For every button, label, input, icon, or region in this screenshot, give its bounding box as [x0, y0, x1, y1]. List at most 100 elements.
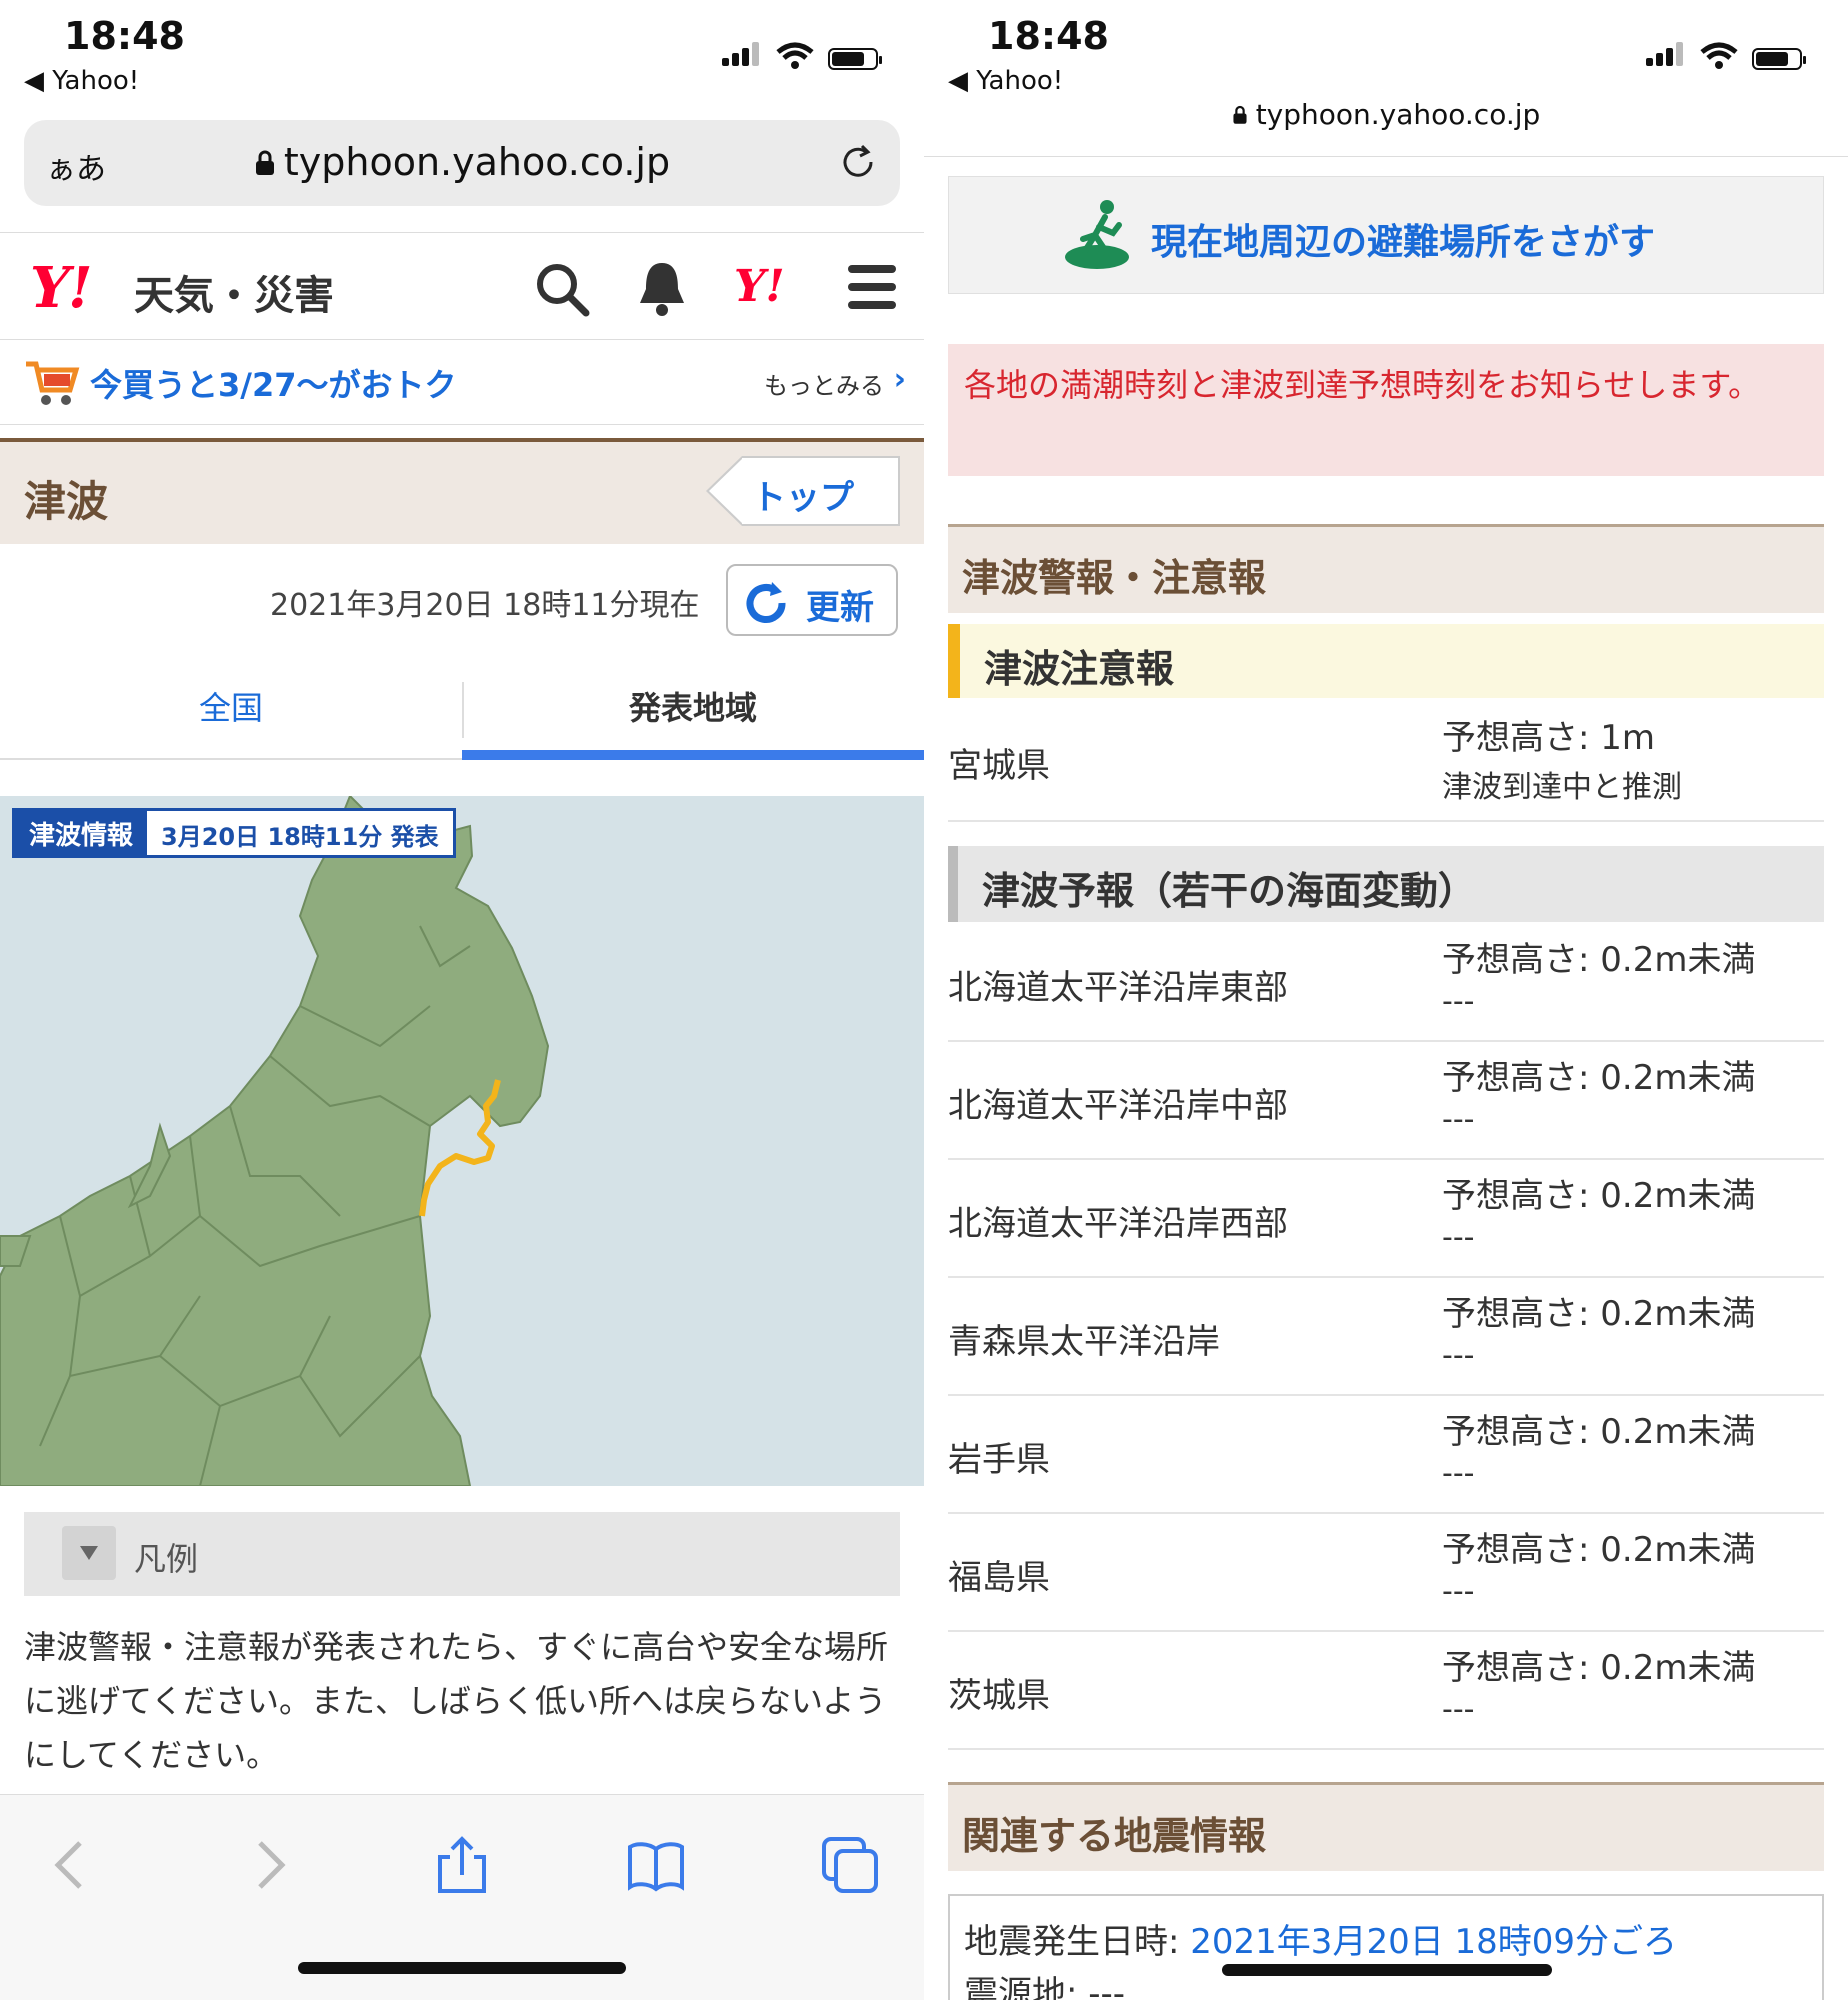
- site-header: Y! 天気・災害 Y!: [0, 232, 924, 340]
- url-text: typhoon.yahoo.co.jp: [283, 140, 671, 184]
- bookmarks-icon[interactable]: [626, 1835, 686, 1895]
- forecast-row: 岩手県 予想高さ: 0.2m未満 ---: [948, 1396, 1824, 1514]
- cart-icon: [26, 361, 80, 405]
- share-icon[interactable]: [432, 1835, 492, 1895]
- url-display[interactable]: typhoon.yahoo.co.jp: [24, 140, 900, 184]
- battery-icon: [1752, 48, 1806, 70]
- divider: [924, 156, 1848, 157]
- top-button-label: トップ: [752, 478, 854, 518]
- warnings-header-title: 津波警報・注意報: [962, 556, 1267, 600]
- signal-icon: [722, 42, 762, 70]
- legend-label: 凡例: [134, 1540, 199, 1578]
- region-name: 茨城県: [948, 1676, 1050, 1716]
- japan-map: [0, 796, 550, 1486]
- tabs-icon[interactable]: [820, 1835, 880, 1895]
- quake-header-title: 関連する地震情報: [962, 1814, 1267, 1858]
- notice-text: 各地の満潮時刻と津波到達予想時刻をお知らせします。: [964, 366, 1761, 404]
- status-time: 18:48: [988, 14, 1109, 58]
- status-icons: [1646, 42, 1806, 70]
- expected-height: 予想高さ: 0.2m未満: [1442, 940, 1756, 980]
- chevron-right-icon: ›: [893, 362, 906, 397]
- map-badge-label: 津波情報: [15, 811, 148, 855]
- expected-height: 予想高さ: 0.2m未満: [1442, 1530, 1756, 1570]
- quake-info-box: 地震発生日時: 2021年3月20日 18時09分ごろ 震源地: ---: [948, 1894, 1824, 2000]
- arrival-status: ---: [1442, 1338, 1475, 1373]
- epicenter: 震源地: ---: [964, 1974, 1126, 2000]
- expected-height: 予想高さ: 0.2m未満: [1442, 1412, 1756, 1452]
- quake-time-line: 地震発生日時: 2021年3月20日 18時09分ごろ: [964, 1914, 1677, 1963]
- forecast-header-title: 津波予報（若干の海面変動）: [982, 869, 1477, 913]
- section-header: 津波 トップ: [0, 438, 924, 544]
- url-text: typhoon.yahoo.co.jp: [1255, 98, 1541, 131]
- promo-text[interactable]: 今買うと3/27〜がおトク: [90, 360, 457, 406]
- quake-time-link[interactable]: 2021年3月20日 18時09分ごろ: [1190, 1922, 1677, 1962]
- wifi-icon: [1700, 42, 1738, 69]
- legend-toggle[interactable]: 凡例: [24, 1512, 900, 1596]
- evacuation-icon: [1065, 200, 1129, 269]
- quake-header: 関連する地震情報: [948, 1782, 1824, 1871]
- notice-box: 各地の満潮時刻と津波到達予想時刻をお知らせします。: [948, 344, 1824, 476]
- forecast-row: 青森県太平洋沿岸 予想高さ: 0.2m未満 ---: [948, 1278, 1824, 1396]
- tab-announced-regions[interactable]: 発表地域: [462, 670, 924, 758]
- region-name: 岩手県: [948, 1440, 1050, 1480]
- left-screen: 18:48 ◀ Yahoo! ぁあ typhoon.yahoo.co.jp Y!…: [0, 0, 924, 2000]
- lock-icon: [1233, 105, 1247, 124]
- expected-height: 予想高さ: 0.2m未満: [1442, 1058, 1756, 1098]
- yahoo-logo[interactable]: Y!: [30, 255, 93, 321]
- menu-icon[interactable]: [846, 263, 898, 311]
- arrival-status: ---: [1442, 1692, 1475, 1727]
- site-title[interactable]: 天気・災害: [134, 263, 334, 321]
- promo-bar[interactable]: 今買うと3/27〜がおトク もっとみる ›: [0, 340, 924, 425]
- expected-height: 予想高さ: 0.2m未満: [1442, 1176, 1756, 1216]
- refresh-button[interactable]: 更新: [726, 564, 898, 636]
- region-name: 北海道太平洋沿岸中部: [948, 1086, 1288, 1126]
- tab-nationwide[interactable]: 全国: [0, 670, 462, 758]
- compact-url[interactable]: typhoon.yahoo.co.jp: [924, 98, 1848, 131]
- region-name: 青森県太平洋沿岸: [948, 1322, 1220, 1362]
- refresh-icon: [746, 582, 786, 623]
- yahoo-home-icon[interactable]: Y!: [734, 261, 785, 312]
- arrival-status: ---: [1442, 1102, 1475, 1137]
- arrival-status: ---: [1442, 984, 1475, 1019]
- right-screen: 18:48 ◀ Yahoo! typhoon.yahoo.co.jp 現在地周辺…: [924, 0, 1848, 2000]
- forward-icon[interactable]: [238, 1835, 298, 1895]
- active-tab-indicator: [462, 750, 924, 760]
- advisory-row: 宮城県 予想高さ: 1m 津波到達中と推測: [948, 702, 1824, 822]
- signal-icon: [1646, 42, 1686, 70]
- region-name: 北海道太平洋沿岸西部: [948, 1204, 1288, 1244]
- region-name: 福島県: [948, 1558, 1050, 1598]
- expected-height: 予想高さ: 0.2m未満: [1442, 1294, 1756, 1334]
- lock-icon: [255, 150, 274, 175]
- forecast-row: 北海道太平洋沿岸中部 予想高さ: 0.2m未満 ---: [948, 1042, 1824, 1160]
- warnings-header: 津波警報・注意報: [948, 524, 1824, 613]
- back-to-app-link[interactable]: ◀ Yahoo!: [24, 66, 139, 96]
- evacuation-search-button[interactable]: 現在地周辺の避難場所をさがす: [948, 176, 1824, 294]
- forecast-row: 北海道太平洋沿岸西部 予想高さ: 0.2m未満 ---: [948, 1160, 1824, 1278]
- status-icons: [722, 42, 882, 70]
- status-time: 18:48: [64, 14, 185, 58]
- more-link[interactable]: もっとみる: [764, 366, 884, 401]
- arrival-status: 津波到達中と推測: [1442, 770, 1682, 805]
- forecast-header: 津波予報（若干の海面変動）: [948, 846, 1824, 922]
- bell-icon[interactable]: [636, 259, 688, 317]
- home-indicator: [1222, 1964, 1552, 1976]
- search-icon[interactable]: [534, 261, 590, 317]
- triangle-down-icon: [62, 1526, 116, 1580]
- arrival-status: ---: [1442, 1220, 1475, 1255]
- tsunami-map[interactable]: 津波情報 3月20日 18時11分 発表: [0, 796, 924, 1486]
- address-bar[interactable]: ぁあ typhoon.yahoo.co.jp: [24, 120, 900, 206]
- wifi-icon: [776, 42, 814, 69]
- region-name: 北海道太平洋沿岸東部: [948, 968, 1288, 1008]
- top-button[interactable]: トップ: [706, 456, 900, 526]
- advisory-header-title: 津波注意報: [984, 647, 1175, 691]
- back-to-app-link[interactable]: ◀ Yahoo!: [948, 66, 1063, 96]
- back-icon[interactable]: [42, 1835, 102, 1895]
- map-badge: 津波情報 3月20日 18時11分 発表: [12, 808, 456, 858]
- forecast-row: 茨城県 予想高さ: 0.2m未満 ---: [948, 1632, 1824, 1750]
- updated-datetime: 2021年3月20日 18時11分現在: [270, 588, 700, 623]
- arrival-status: ---: [1442, 1574, 1475, 1609]
- advisory-header: 津波注意報: [948, 624, 1824, 698]
- warning-text: 津波警報・注意報が発表されたら、すぐに高台や安全な場所に逃げてください。また、し…: [24, 1628, 889, 1774]
- reload-icon[interactable]: [838, 142, 878, 182]
- expected-height: 予想高さ: 0.2m未満: [1442, 1648, 1756, 1688]
